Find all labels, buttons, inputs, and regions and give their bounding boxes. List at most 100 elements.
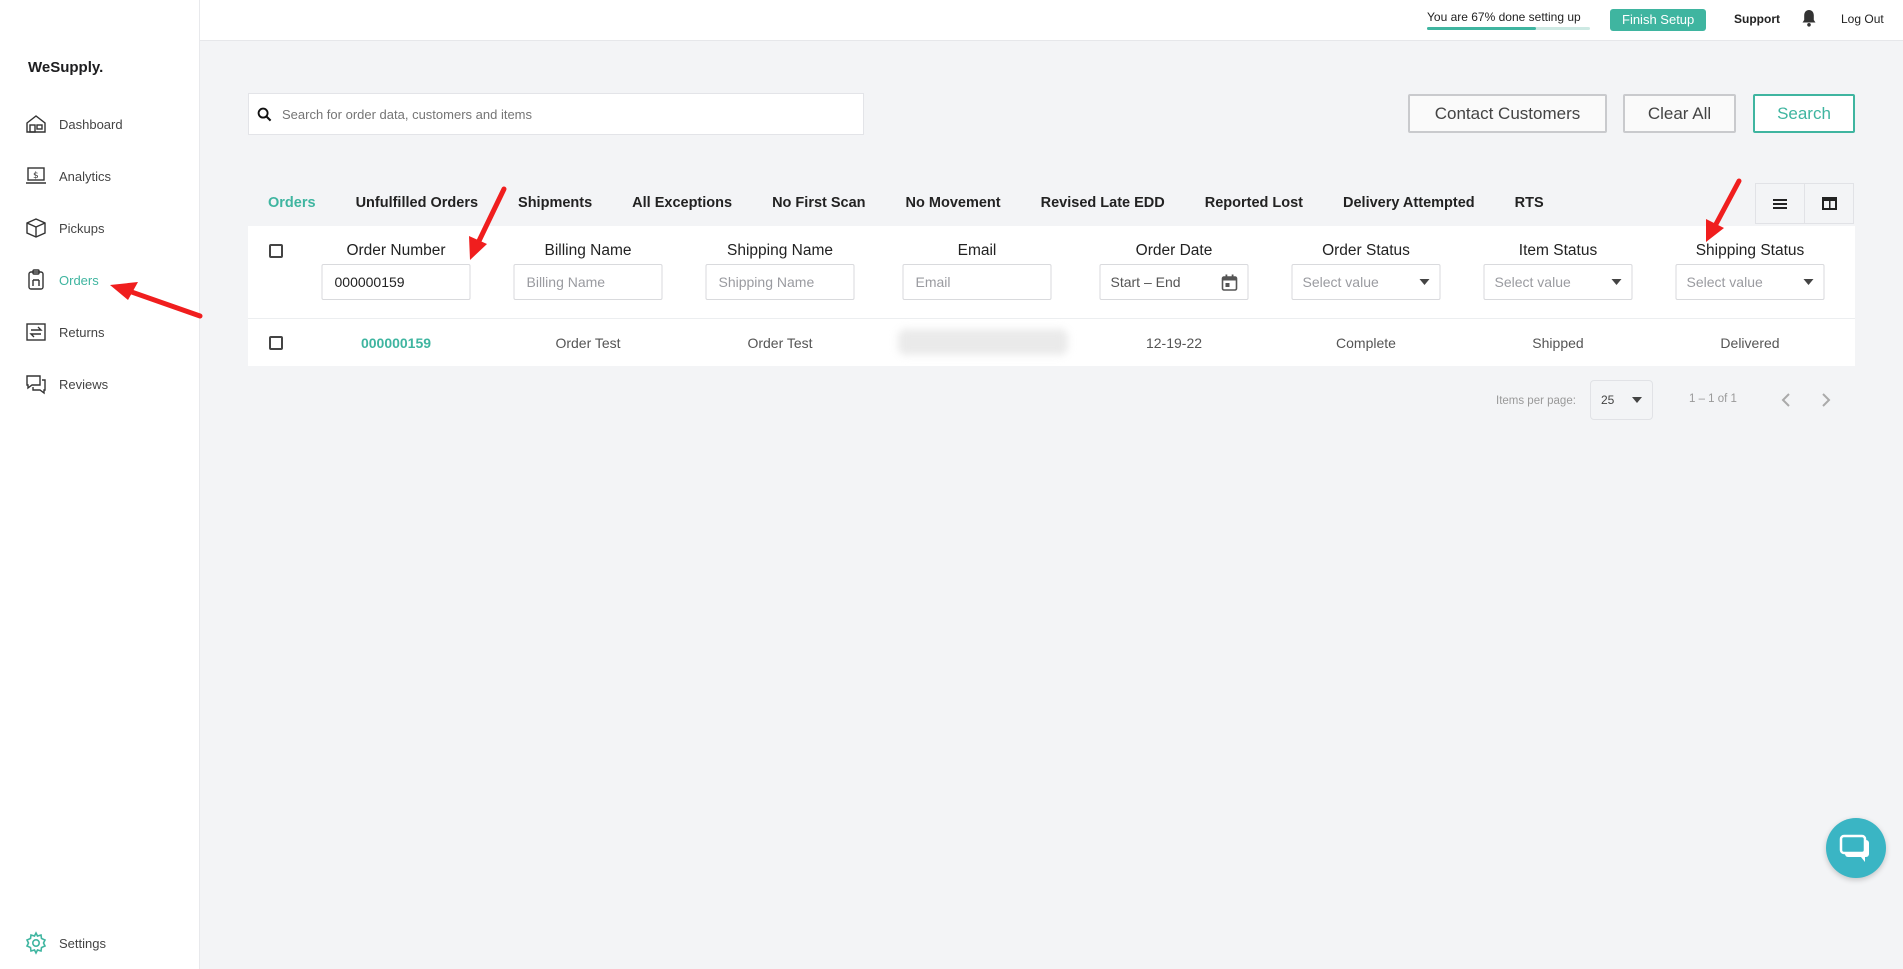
order-number-filter-input[interactable] xyxy=(332,273,460,291)
shipping-status-cell: Delivered xyxy=(1720,335,1780,351)
columns-view-button[interactable] xyxy=(1804,183,1854,224)
caret-down-icon xyxy=(1419,279,1430,285)
caret-down-icon xyxy=(1803,279,1814,285)
chat-launcher-button[interactable] xyxy=(1826,818,1886,878)
finish-setup-button[interactable]: Finish Setup xyxy=(1610,9,1707,31)
calendar-icon[interactable] xyxy=(1221,274,1238,291)
table-row[interactable]: 000000159 Order Test Order Test 12-19-22… xyxy=(248,319,1855,366)
tab-no-first-scan[interactable]: No First Scan xyxy=(752,186,885,226)
shipping-name-filter-input[interactable] xyxy=(716,273,844,291)
table-header-row: Order Number Billing Name Shipping Name … xyxy=(248,226,1855,319)
page-range: 1 – 1 of 1 xyxy=(1689,393,1737,405)
annotation-arrows xyxy=(110,178,1742,319)
column-header-billing-name: Billing Name xyxy=(544,242,632,259)
search-input[interactable] xyxy=(280,105,863,123)
tab-revised-late-edd[interactable]: Revised Late EDD xyxy=(1021,186,1185,226)
column-header-order-number: Order Number xyxy=(346,242,446,259)
shipping-status-placeholder: Select value xyxy=(1686,274,1763,290)
billing-name-filter-input[interactable] xyxy=(524,273,652,291)
sidebar-item-label: Dashboard xyxy=(59,116,123,132)
sidebar-item-label: Reviews xyxy=(59,376,109,392)
order-number-link[interactable]: 000000159 xyxy=(361,335,431,351)
tab-bar: Orders Unfulfilled Orders Shipments All … xyxy=(248,186,1564,228)
list-view-icon xyxy=(1773,198,1787,209)
setup-progress-fill xyxy=(1427,27,1537,30)
chevron-left-icon[interactable] xyxy=(1780,388,1792,412)
items-per-page-label: Items per page: xyxy=(1496,395,1576,407)
sidebar-item-orders[interactable]: Orders xyxy=(24,267,99,293)
items-per-page-select[interactable]: 25 xyxy=(1590,380,1653,420)
tab-rts[interactable]: RTS xyxy=(1495,186,1564,226)
column-header-email: Email xyxy=(957,242,997,259)
tab-shipments[interactable]: Shipments xyxy=(498,186,612,226)
email-cell-redacted xyxy=(898,329,1068,355)
tab-no-movement[interactable]: No Movement xyxy=(886,186,1021,226)
column-header-shipping-status: Shipping Status xyxy=(1695,242,1805,259)
column-header-shipping-name: Shipping Name xyxy=(727,242,833,259)
sidebar-item-label: Returns xyxy=(59,324,105,340)
contact-customers-button[interactable]: Contact Customers xyxy=(1408,94,1607,133)
sidebar-item-pickups[interactable]: Pickups xyxy=(24,215,105,241)
column-header-order-date: Order Date xyxy=(1135,242,1213,259)
shipping-status-select[interactable]: Select value xyxy=(1675,264,1825,300)
order-status-placeholder: Select value xyxy=(1302,274,1379,290)
sidebar-item-label: Pickups xyxy=(59,220,105,236)
tab-delivery-attempted[interactable]: Delivery Attempted xyxy=(1323,186,1495,226)
column-header-order-status: Order Status xyxy=(1322,242,1410,259)
svg-text:$: $ xyxy=(33,171,39,181)
order-number-filter[interactable] xyxy=(321,264,471,300)
order-status-cell: Complete xyxy=(1336,335,1396,351)
sidebar-item-returns[interactable]: Returns xyxy=(24,319,105,345)
sidebar-item-label: Orders xyxy=(59,272,99,288)
dashboard-icon xyxy=(26,115,46,133)
billing-name-cell: Order Test xyxy=(555,335,621,351)
chat-icon xyxy=(1839,834,1869,862)
caret-down-icon xyxy=(1632,397,1642,403)
item-status-cell: Shipped xyxy=(1532,335,1584,351)
sidebar-item-reviews[interactable]: Reviews xyxy=(24,371,108,397)
items-per-page-value: 25 xyxy=(1601,393,1615,407)
setup-progress-text: You are 67% done setting up xyxy=(1427,10,1581,24)
search-button[interactable]: Search xyxy=(1753,94,1855,133)
columns-view-icon xyxy=(1821,197,1837,210)
column-header-item-status: Item Status xyxy=(1518,242,1598,259)
shipping-name-cell: Order Test xyxy=(747,335,813,351)
setup-progress[interactable]: You are 67% done setting up xyxy=(1427,10,1590,30)
select-all-checkbox[interactable] xyxy=(269,244,283,258)
sidebar-item-dashboard[interactable]: Dashboard xyxy=(24,111,123,137)
brand-logo: WeSupply. xyxy=(28,59,104,76)
tab-reported-lost[interactable]: Reported Lost xyxy=(1185,186,1323,226)
billing-name-filter[interactable] xyxy=(513,264,663,300)
setup-progress-bar xyxy=(1427,27,1590,30)
item-status-select[interactable]: Select value xyxy=(1483,264,1633,300)
sidebar-item-label: Settings xyxy=(59,935,106,951)
email-filter-input[interactable] xyxy=(913,273,1041,291)
item-status-placeholder: Select value xyxy=(1494,274,1571,290)
shipping-name-filter[interactable] xyxy=(705,264,855,300)
row-checkbox[interactable] xyxy=(269,336,283,350)
clear-all-button[interactable]: Clear All xyxy=(1623,94,1736,133)
email-filter[interactable] xyxy=(902,264,1052,300)
tab-orders[interactable]: Orders xyxy=(248,186,336,228)
tab-unfulfilled-orders[interactable]: Unfulfilled Orders xyxy=(336,186,498,226)
bell-icon[interactable] xyxy=(1801,9,1817,32)
support-link[interactable]: Support xyxy=(1734,12,1780,26)
tab-all-exceptions[interactable]: All Exceptions xyxy=(612,186,752,226)
chevron-right-icon[interactable] xyxy=(1820,388,1832,412)
sidebar: WeSupply. Dashboard $ Analytics Pickups … xyxy=(0,0,200,969)
order-date-placeholder: Start – End xyxy=(1110,274,1181,290)
search-box[interactable] xyxy=(248,93,864,135)
gear-icon xyxy=(25,931,47,955)
caret-down-icon xyxy=(1611,279,1622,285)
search-icon xyxy=(257,107,272,121)
sidebar-item-settings[interactable]: Settings xyxy=(24,930,106,956)
order-date-cell: 12-19-22 xyxy=(1145,335,1203,351)
reviews-icon xyxy=(26,375,46,395)
logout-link[interactable]: Log Out xyxy=(1841,12,1884,26)
order-status-select[interactable]: Select value xyxy=(1291,264,1441,300)
list-view-button[interactable] xyxy=(1755,183,1805,224)
sidebar-item-analytics[interactable]: $ Analytics xyxy=(24,163,111,189)
order-date-filter[interactable]: Start – End xyxy=(1099,264,1249,300)
analytics-icon: $ xyxy=(26,167,46,184)
orders-table: Order Number Billing Name Shipping Name … xyxy=(248,226,1855,366)
